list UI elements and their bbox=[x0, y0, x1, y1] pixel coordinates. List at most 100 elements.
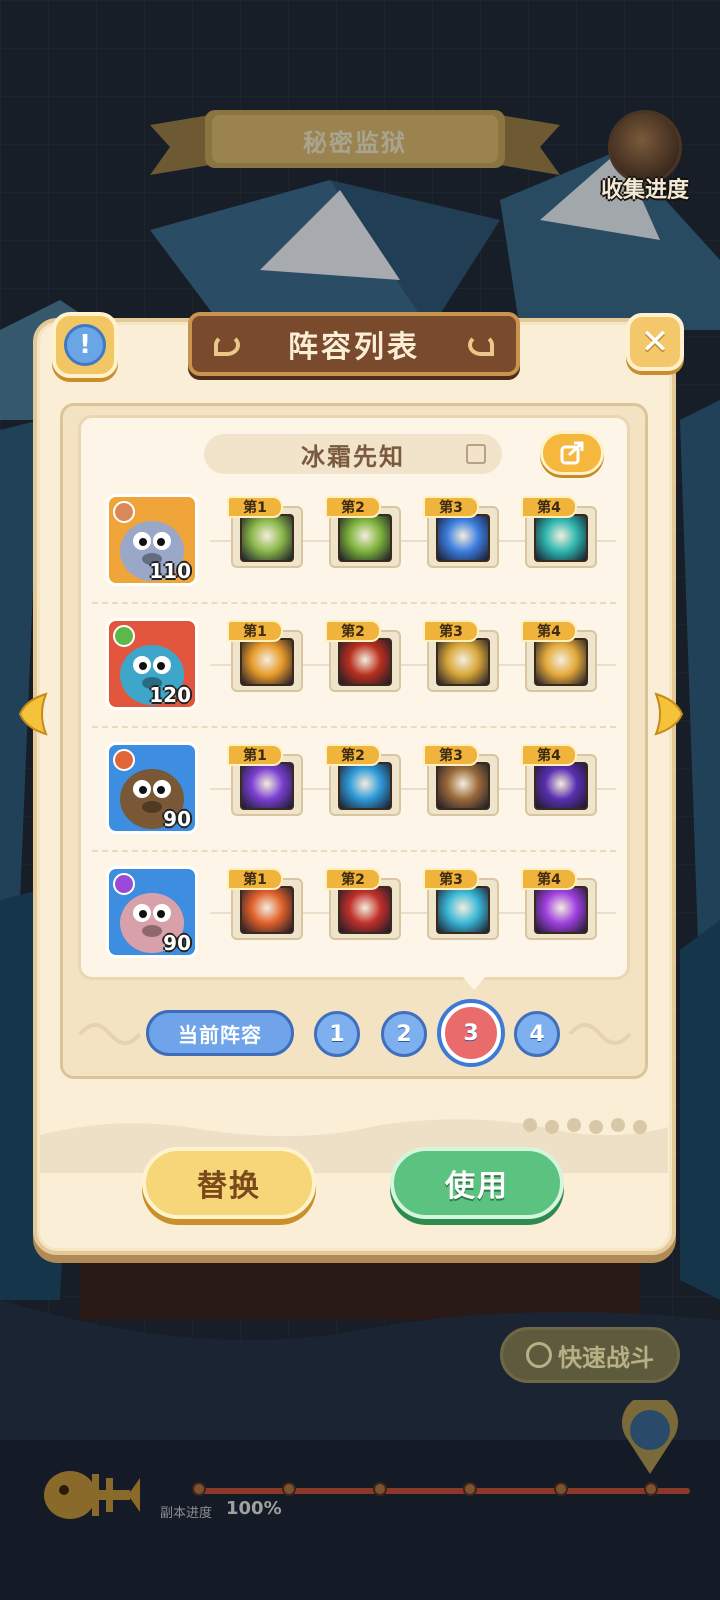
progress-node bbox=[192, 1482, 206, 1496]
skill-icon bbox=[338, 762, 392, 810]
element-badge-icon bbox=[113, 749, 135, 771]
skill-order-badge: 第2 bbox=[325, 868, 381, 890]
progress-percent: 100% bbox=[226, 1498, 282, 1519]
skill-order-badge: 第3 bbox=[423, 496, 479, 518]
arrow-left-icon bbox=[18, 692, 48, 736]
skill-order-badge: 第1 bbox=[227, 868, 283, 890]
edit-icon[interactable] bbox=[466, 444, 486, 464]
lineup-slot-4[interactable]: 4 bbox=[514, 1011, 560, 1057]
row-separator bbox=[92, 726, 616, 728]
hero-portrait[interactable]: 120 bbox=[106, 618, 198, 710]
quick-battle-button[interactable]: 快速战斗 bbox=[500, 1327, 680, 1383]
dialog-title-tab: 阵容列表 bbox=[188, 312, 520, 376]
skill-order-badge: 第4 bbox=[521, 620, 577, 642]
skill-slot[interactable]: 第3 bbox=[423, 744, 499, 816]
progress-node bbox=[554, 1482, 568, 1496]
skill-slot[interactable]: 第3 bbox=[423, 496, 499, 568]
skill-order-badge: 第1 bbox=[227, 620, 283, 642]
skill-icon bbox=[338, 886, 392, 934]
bottom-silhouette-decoration bbox=[40, 1118, 668, 1173]
skill-slot[interactable]: 第4 bbox=[521, 620, 597, 692]
progress-track bbox=[195, 1488, 690, 1494]
dialog-title: 阵容列表 bbox=[288, 330, 420, 365]
row-separator bbox=[92, 602, 616, 604]
lineup-name-field[interactable]: 冰霜先知 bbox=[204, 434, 502, 474]
share-icon bbox=[560, 441, 584, 465]
skill-slot[interactable]: 第1 bbox=[227, 744, 303, 816]
skill-slot[interactable]: 第1 bbox=[227, 496, 303, 568]
progress-node bbox=[282, 1482, 296, 1496]
skill-order-badge: 第3 bbox=[423, 620, 479, 642]
hero-portrait[interactable]: 90 bbox=[106, 866, 198, 958]
skill-icon bbox=[534, 514, 588, 562]
hero-level: 120 bbox=[149, 683, 191, 707]
skill-slot[interactable]: 第2 bbox=[325, 620, 401, 692]
lineup-slot-3[interactable]: 3 bbox=[441, 1003, 501, 1063]
use-button[interactable]: 使用 bbox=[390, 1147, 564, 1219]
quick-battle-label: 快速战斗 bbox=[558, 1343, 654, 1372]
skill-order-badge: 第2 bbox=[325, 620, 381, 642]
lineup-slot-2[interactable]: 2 bbox=[381, 1011, 427, 1057]
progress-fill bbox=[195, 1488, 690, 1494]
info-button[interactable]: ! bbox=[52, 312, 118, 378]
skill-icon bbox=[436, 638, 490, 686]
collect-progress-label: 收集进度 bbox=[600, 178, 689, 203]
skill-icon bbox=[338, 638, 392, 686]
element-badge-icon bbox=[113, 873, 135, 895]
skill-order-badge: 第4 bbox=[521, 496, 577, 518]
skill-icon bbox=[534, 762, 588, 810]
hero-portrait[interactable]: 90 bbox=[106, 742, 198, 834]
dungeon-progress: 副本进度 100% bbox=[40, 1450, 700, 1540]
skill-icon bbox=[240, 886, 294, 934]
skill-slot[interactable]: 第2 bbox=[325, 868, 401, 940]
skill-slot[interactable]: 第3 bbox=[423, 868, 499, 940]
skill-slot[interactable]: 第1 bbox=[227, 620, 303, 692]
skill-slot[interactable]: 第2 bbox=[325, 496, 401, 568]
skill-icon bbox=[240, 514, 294, 562]
lightning-icon bbox=[526, 1342, 552, 1368]
share-button[interactable] bbox=[540, 431, 604, 475]
element-badge-icon bbox=[113, 625, 135, 647]
progress-node bbox=[463, 1482, 477, 1496]
lineup-slot-1[interactable]: 1 bbox=[314, 1011, 360, 1057]
skill-icon bbox=[534, 886, 588, 934]
swirl-ornament-icon bbox=[214, 334, 240, 356]
arrow-right-icon bbox=[654, 692, 684, 736]
map-title-banner: 秘密监狱 bbox=[150, 105, 560, 185]
progress-label: 副本进度 bbox=[160, 1506, 213, 1521]
fishbone-icon bbox=[44, 1471, 140, 1519]
skill-order-badge: 第1 bbox=[227, 744, 283, 766]
row-separator bbox=[92, 850, 616, 852]
skill-icon bbox=[240, 638, 294, 686]
skill-icon bbox=[338, 514, 392, 562]
exclamation-icon: ! bbox=[64, 324, 106, 366]
close-button[interactable]: ✕ bbox=[626, 313, 684, 371]
card-pointer bbox=[462, 976, 486, 990]
swirl-ornament-icon bbox=[468, 334, 494, 356]
skill-slot[interactable]: 第1 bbox=[227, 868, 303, 940]
hero-level: 90 bbox=[163, 931, 191, 955]
progress-node bbox=[373, 1482, 387, 1496]
skill-slot[interactable]: 第4 bbox=[521, 496, 597, 568]
replace-button[interactable]: 替换 bbox=[142, 1147, 316, 1219]
skill-icon bbox=[436, 886, 490, 934]
collect-progress-button[interactable]: 收集进度 bbox=[590, 110, 700, 205]
hero-level: 90 bbox=[163, 807, 191, 831]
skill-order-badge: 第4 bbox=[521, 744, 577, 766]
hero-portrait[interactable]: 110 bbox=[106, 494, 198, 586]
skill-order-badge: 第3 bbox=[423, 868, 479, 890]
skill-order-badge: 第2 bbox=[325, 496, 381, 518]
skill-icon bbox=[534, 638, 588, 686]
lineup-name: 冰霜先知 bbox=[301, 442, 405, 471]
skill-slot[interactable]: 第3 bbox=[423, 620, 499, 692]
skill-slot[interactable]: 第4 bbox=[521, 744, 597, 816]
prev-arrow-button[interactable] bbox=[16, 690, 50, 738]
skill-icon bbox=[436, 514, 490, 562]
skill-slot[interactable]: 第2 bbox=[325, 744, 401, 816]
next-arrow-button[interactable] bbox=[652, 690, 686, 738]
skill-order-badge: 第4 bbox=[521, 868, 577, 890]
hero-level: 110 bbox=[149, 559, 191, 583]
skill-order-badge: 第1 bbox=[227, 496, 283, 518]
skill-slot[interactable]: 第4 bbox=[521, 868, 597, 940]
progress-node bbox=[644, 1482, 658, 1496]
